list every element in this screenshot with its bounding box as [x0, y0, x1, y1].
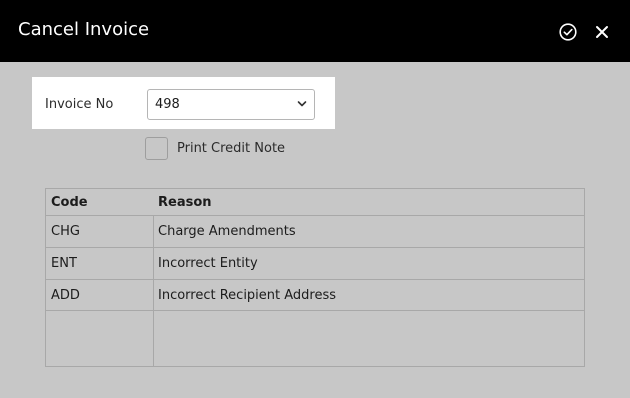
invoice-field-panel: Invoice No 498 [32, 77, 335, 129]
column-header-code: Code [51, 194, 88, 210]
close-icon [596, 26, 608, 38]
window-title: Cancel Invoice [18, 19, 150, 40]
dialog-body: Invoice No 498 Print Credit Note Code Re… [0, 62, 630, 398]
table-row[interactable]: CHG Charge Amendments [46, 216, 584, 248]
row-reason: Incorrect Recipient Address [158, 287, 337, 303]
confirm-button[interactable] [558, 22, 578, 42]
column-header-reason: Reason [158, 194, 212, 210]
print-credit-note-checkbox[interactable] [145, 137, 168, 160]
chevron-down-icon [297, 101, 307, 107]
check-circle-icon [559, 23, 577, 41]
invoice-no-select[interactable]: 498 [147, 89, 315, 120]
row-code: ENT [51, 256, 77, 271]
reason-table: Code Reason CHG Charge Amendments ENT In… [45, 188, 585, 367]
row-reason: Incorrect Entity [158, 256, 258, 271]
table-row[interactable]: ENT Incorrect Entity [46, 248, 584, 280]
table-row[interactable]: ADD Incorrect Recipient Address [46, 280, 584, 311]
table-empty-area [46, 311, 584, 366]
row-code: ADD [51, 287, 80, 303]
row-reason: Charge Amendments [158, 224, 296, 239]
close-button[interactable] [592, 22, 612, 42]
table-header-row: Code Reason [46, 189, 584, 216]
invoice-no-value: 498 [155, 97, 180, 112]
print-credit-note-label: Print Credit Note [177, 141, 286, 156]
window-header: Cancel Invoice [0, 0, 630, 62]
row-code: CHG [51, 224, 80, 239]
invoice-no-label: Invoice No [45, 97, 114, 112]
